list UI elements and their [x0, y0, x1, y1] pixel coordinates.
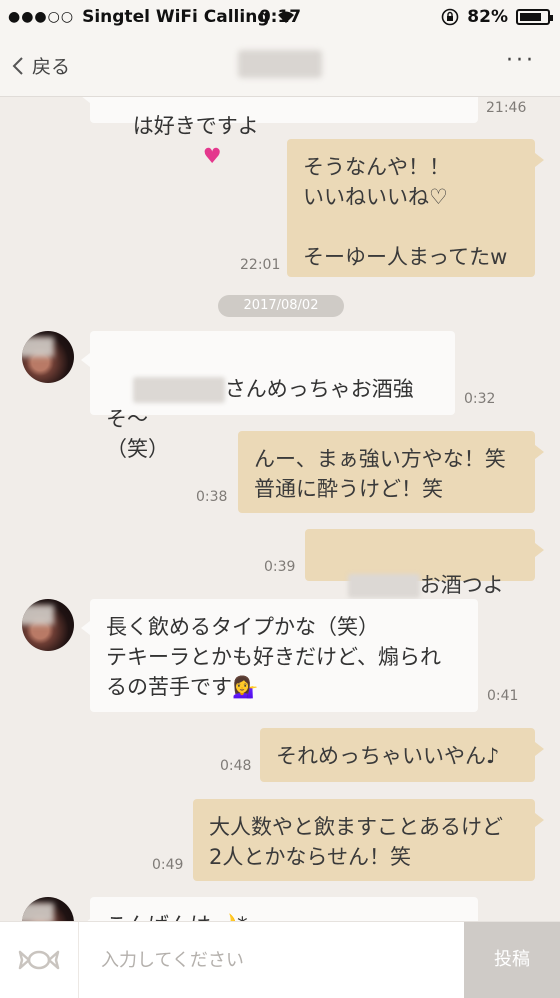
heart-emoji-icon: ♥	[202, 144, 222, 168]
status-bar: ●●●○○ Singtel WiFi Calling 0:17 82%	[0, 0, 560, 34]
redacted-name	[132, 377, 225, 403]
back-label: 戻る	[32, 56, 71, 78]
message-input[interactable]	[79, 922, 464, 998]
message-outgoing: お酒つよい？	[305, 529, 544, 627]
rotation-lock-icon	[441, 8, 459, 26]
redacted-name	[347, 574, 420, 598]
battery-icon	[516, 9, 553, 25]
message-outgoing: それめっちゃいいやん♪	[260, 728, 544, 782]
contact-name-redacted	[238, 50, 322, 78]
message-outgoing: 大人数やと飲ますことあるけど 2人とかならせん！笑	[193, 799, 544, 881]
message-time: 0:41	[487, 688, 519, 704]
message-time: 21:46	[486, 100, 527, 116]
message-time: 0:48	[220, 758, 252, 774]
candy-sticker-icon[interactable]	[18, 946, 60, 974]
avatar[interactable]	[22, 599, 74, 651]
avatar[interactable]	[22, 331, 74, 383]
message-time: 22:01	[240, 257, 281, 273]
message-time: 0:32	[464, 391, 496, 407]
message-incoming: は好きですよ ♥	[81, 97, 478, 168]
battery-percent: 82%	[467, 7, 508, 27]
chat-thread[interactable]: は好きですよ ♥ 21:46 22:01 そうなんや！！ いいねいいね♡ そーゆ…	[0, 97, 560, 921]
message-incoming: こんばんは🌙*	[81, 897, 478, 921]
message-input-wrap	[78, 922, 464, 998]
date-divider: 2017/08/02	[218, 295, 344, 317]
message-outgoing: そうなんや！！ いいねいいね♡ そーゆー人まってたw	[287, 139, 544, 277]
chevron-left-icon	[12, 56, 23, 75]
message-outgoing: んー、まぁ強い方やな！笑 普通に酔うけど！笑	[238, 431, 544, 513]
message-time: 0:49	[152, 857, 184, 873]
message-incoming: さんめっちゃお酒強そ〜 （笑）	[81, 331, 455, 461]
message-time: 0:38	[196, 489, 228, 505]
send-button[interactable]: 投稿	[464, 922, 560, 998]
message-time: 0:39	[264, 559, 296, 575]
more-menu-button[interactable]: ···	[506, 48, 536, 73]
avatar[interactable]	[22, 897, 74, 921]
navigation-bar: 戻る ···	[0, 34, 560, 97]
composer-bar: 投稿	[0, 921, 560, 998]
message-incoming: 長く飲めるタイプかな（笑） テキーラとかも好きだけど、煽られ るの苦手です💁‍♀…	[81, 599, 478, 712]
back-button[interactable]: 戻る	[12, 52, 70, 79]
